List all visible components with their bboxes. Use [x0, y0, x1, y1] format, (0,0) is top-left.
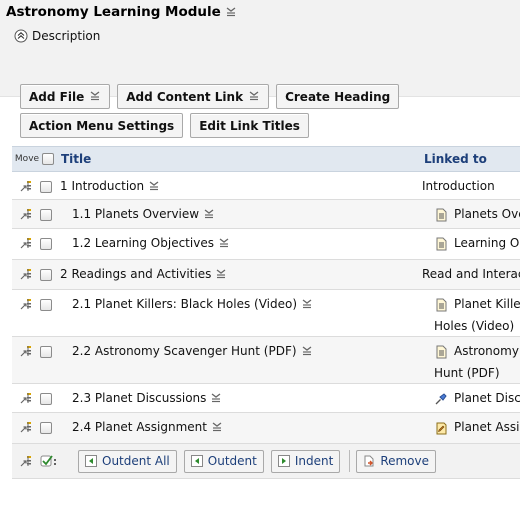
row-checkbox[interactable]	[40, 181, 52, 193]
bulk-select-checkbox[interactable]	[40, 454, 78, 468]
row-title[interactable]: 1.1 Planets Overview	[60, 200, 434, 228]
outdent-icon	[190, 455, 203, 467]
pushpin-icon	[434, 391, 448, 405]
indent-icon	[277, 455, 290, 467]
row-linked-to[interactable]: Planet Assignment	[434, 409, 520, 443]
action-menu-icon[interactable]	[215, 267, 227, 282]
module-items-table: Move Title Linked to 1 Introduction Intr…	[12, 146, 520, 479]
toolbar: Add File Add Content Link Create Heading…	[20, 84, 520, 142]
move-handle-icon[interactable]	[12, 200, 40, 228]
document-icon	[434, 207, 448, 222]
row-title[interactable]: 1 Introduction	[60, 172, 422, 199]
chevron-down-icon	[248, 89, 260, 104]
outdent-all-icon	[85, 455, 97, 467]
document-icon	[434, 297, 448, 312]
action-menu-icon[interactable]	[301, 297, 313, 312]
row-linked-to[interactable]: Planet Killers: Black Holes (Video)	[434, 286, 520, 336]
column-header-move: Move	[14, 154, 40, 164]
row-checkbox[interactable]	[40, 393, 52, 405]
move-handle-icon[interactable]	[12, 260, 40, 289]
move-handle-icon[interactable]	[12, 172, 40, 199]
bulk-action-bar: Outdent All Outdent Indent Remove	[12, 444, 520, 479]
row-title[interactable]: 2.3 Planet Discussions	[60, 384, 434, 412]
toolbar-row-1: Add File Add Content Link Create Heading	[20, 84, 520, 109]
page-title: Astronomy Learning Module	[6, 4, 221, 20]
row-title[interactable]: 2.4 Planet Assignment	[60, 413, 434, 443]
description-toggle[interactable]: Description	[0, 24, 520, 48]
action-menu-settings-button[interactable]: Action Menu Settings	[20, 113, 184, 138]
action-menu-icon[interactable]	[218, 236, 230, 251]
row-linked-to[interactable]: Learning Objectives	[434, 225, 520, 259]
row-title[interactable]: 1.2 Learning Objectives	[60, 229, 434, 259]
row-linked-to[interactable]: Introduction	[422, 168, 520, 199]
row-checkbox[interactable]	[40, 269, 52, 281]
document-icon	[434, 236, 448, 251]
row-linked-to[interactable]: Read and Interact	[422, 256, 520, 289]
action-menu-icon[interactable]	[210, 391, 222, 406]
move-handle-icon[interactable]	[12, 384, 40, 412]
column-header-title-label[interactable]: Title	[61, 152, 91, 166]
row-linked-to[interactable]: Planet Discussions	[434, 380, 520, 412]
collapse-chevron-icon[interactable]	[14, 29, 28, 43]
add-file-button[interactable]: Add File	[20, 84, 111, 109]
move-handle-icon[interactable]	[12, 290, 40, 336]
select-all-checkbox[interactable]	[42, 153, 54, 165]
row-title[interactable]: 2.1 Planet Killers: Black Holes (Video)	[60, 290, 434, 336]
edit-link-titles-label: Edit Link Titles	[199, 118, 300, 133]
title-row: Astronomy Learning Module	[0, 0, 520, 24]
remove-icon	[363, 455, 375, 467]
table-row: 2.1 Planet Killers: Black Holes (Video) …	[12, 290, 520, 337]
assignment-icon	[434, 420, 448, 435]
row-linked-to[interactable]: Astronomy Scavenger Hunt (PDF)	[434, 333, 520, 383]
create-heading-button[interactable]: Create Heading	[276, 84, 400, 109]
module-header: Astronomy Learning Module Description	[0, 0, 520, 97]
outdent-button[interactable]: Outdent	[183, 449, 264, 473]
page: Astronomy Learning Module Description Ad…	[0, 0, 520, 512]
row-checkbox[interactable]	[40, 422, 52, 434]
create-heading-label: Create Heading	[285, 89, 391, 104]
add-file-label: Add File	[29, 89, 85, 104]
move-handle-icon[interactable]	[12, 413, 40, 443]
row-title[interactable]: 2 Readings and Activities	[60, 260, 422, 289]
add-content-link-label: Add Content Link	[126, 89, 244, 104]
move-handle-icon[interactable]	[12, 229, 40, 259]
document-icon	[434, 344, 448, 359]
row-checkbox[interactable]	[40, 238, 52, 250]
toolbar-separator	[349, 450, 351, 472]
toolbar-row-2: Action Menu Settings Edit Link Titles	[20, 113, 520, 138]
action-menu-icon[interactable]	[211, 420, 223, 435]
row-checkbox[interactable]	[40, 209, 52, 221]
indent-button[interactable]: Indent	[270, 449, 341, 473]
chevron-down-icon	[89, 89, 101, 104]
action-menu-settings-label: Action Menu Settings	[29, 118, 175, 133]
description-label: Description	[32, 29, 101, 43]
table-row: 2.2 Astronomy Scavenger Hunt (PDF) Astro…	[12, 337, 520, 384]
column-header-title: Title	[42, 152, 424, 166]
move-handle-icon[interactable]	[12, 337, 40, 383]
remove-button[interactable]: Remove	[356, 449, 437, 473]
row-title[interactable]: 2.2 Astronomy Scavenger Hunt (PDF)	[60, 337, 434, 383]
row-checkbox[interactable]	[40, 299, 52, 311]
table-row: 2.4 Planet Assignment Planet Assignment	[12, 413, 520, 444]
row-linked-to[interactable]: Planets Overview	[434, 196, 520, 228]
column-header-linked-to[interactable]: Linked to	[424, 152, 487, 166]
action-menu-icon[interactable]	[301, 344, 313, 359]
action-menu-icon[interactable]	[225, 5, 237, 20]
row-checkbox[interactable]	[40, 346, 52, 358]
add-content-link-button[interactable]: Add Content Link	[117, 84, 270, 109]
outdent-all-button[interactable]: Outdent All	[78, 449, 177, 473]
edit-link-titles-button[interactable]: Edit Link Titles	[190, 113, 309, 138]
action-menu-icon[interactable]	[203, 207, 215, 222]
move-handle-icon[interactable]	[12, 454, 40, 468]
action-menu-icon[interactable]	[148, 179, 160, 194]
